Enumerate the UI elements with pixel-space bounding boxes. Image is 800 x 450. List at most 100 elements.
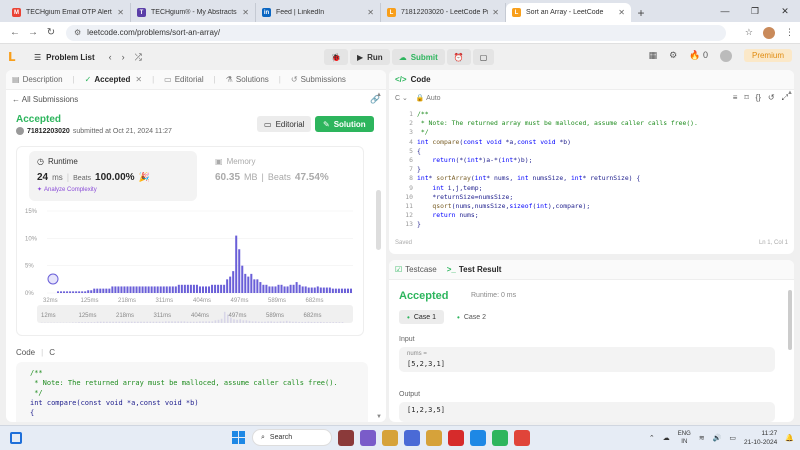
settings-icon[interactable]: ⚙: [669, 50, 677, 61]
all-submissions-link[interactable]: ← All Submissions: [12, 95, 78, 104]
new-tab-icon[interactable]: +: [631, 3, 651, 22]
line-number: 6: [409, 156, 413, 164]
result-scrollbar[interactable]: [787, 280, 793, 420]
runtime-distribution-chart[interactable]: 15% 10% 5% 0% 32ms 125ms 218ms 311ms 404ms 497ms 5…: [17, 147, 365, 337]
premium-button[interactable]: Premium: [743, 49, 792, 62]
prev-problem-icon[interactable]: ‹: [109, 52, 112, 63]
chrome-icon[interactable]: [514, 429, 530, 446]
browser-tab[interactable]: L Sort an Array - LeetCode ✕: [506, 3, 631, 22]
notes-app-icon[interactable]: [426, 429, 442, 446]
editorial-button[interactable]: ▭ Editorial: [257, 116, 312, 132]
solution-label: Solution: [333, 119, 366, 129]
result-scroll-thumb[interactable]: [788, 290, 792, 350]
whatsapp-icon[interactable]: [492, 429, 508, 446]
file-explorer-icon[interactable]: [382, 429, 398, 446]
tab-description[interactable]: ▤ Description: [12, 75, 63, 84]
case-2-tab[interactable]: • Case 2: [449, 310, 494, 324]
tab-solutions[interactable]: ⚗ Solutions: [226, 75, 269, 84]
code-editor[interactable]: 1 /** 2 * Note: The returned array must be…: [389, 110, 789, 234]
close-tab-icon[interactable]: ✕: [117, 8, 124, 17]
url-input[interactable]: ⚙ leetcode.com/problems/sort-an-array/: [66, 24, 726, 41]
taskbar-app-icon[interactable]: [338, 429, 354, 446]
chart-bar: [162, 286, 165, 293]
case-1-tab[interactable]: • Case 1: [399, 310, 444, 324]
tab-accepted[interactable]: ✓ Accepted ✕: [85, 75, 142, 84]
timer-button[interactable]: ⏰: [446, 49, 471, 65]
chart-bar: [307, 287, 310, 293]
browser-tab[interactable]: L 71812203020 - LeetCode Profile ✕: [381, 3, 506, 22]
close-tab-icon[interactable]: ✕: [135, 75, 142, 84]
language-select[interactable]: C ⌄: [395, 94, 408, 102]
windows-start-icon[interactable]: [232, 430, 246, 445]
browser-tab[interactable]: T TECHgium® - My Abstracts ✕: [131, 3, 256, 22]
widgets-icon[interactable]: [10, 432, 22, 444]
layout-icon[interactable]: ▦: [649, 50, 658, 61]
reload-icon[interactable]: ↻: [42, 27, 60, 38]
mcafee-icon[interactable]: [448, 429, 464, 446]
tray-chevron-icon[interactable]: ⌃: [649, 434, 655, 442]
run-button[interactable]: ▶ Run: [349, 49, 390, 65]
chart-bar: [292, 284, 295, 293]
mini-chart-bar: [134, 321, 136, 323]
tab-submissions[interactable]: ↺ Submissions: [291, 75, 346, 84]
store-icon[interactable]: [404, 429, 420, 446]
streak-counter[interactable]: 🔥 0: [689, 50, 708, 61]
problem-list-button[interactable]: ☰ Problem List: [34, 53, 95, 62]
format-icon[interactable]: ≡: [733, 93, 738, 103]
edge-icon[interactable]: [470, 429, 486, 446]
tab-test-result[interactable]: >_ Test Result: [447, 265, 502, 274]
next-problem-icon[interactable]: ›: [122, 52, 125, 63]
battery-icon[interactable]: ▭: [729, 434, 736, 442]
close-window-icon[interactable]: ✕: [770, 0, 800, 22]
mini-chart-bar: [140, 321, 142, 323]
bookmark-icon[interactable]: ⌑: [744, 93, 748, 103]
notes-button[interactable]: ▢: [472, 49, 495, 65]
browser-tab[interactable]: in Feed | LinkedIn ✕: [256, 3, 381, 22]
chart-bar: [301, 286, 304, 293]
code-editor-footer: Saved Ln 1, Col 1: [389, 240, 794, 252]
back-icon[interactable]: ←: [6, 27, 24, 38]
mini-chart-bar: [180, 321, 183, 323]
volume-icon[interactable]: 🔊: [713, 434, 722, 442]
wifi-icon[interactable]: ≋: [699, 434, 705, 442]
taskbar-search[interactable]: ⌕ Search: [252, 429, 332, 446]
close-tab-icon[interactable]: ✕: [618, 8, 625, 17]
scroll-thumb[interactable]: [376, 190, 381, 250]
browser-menu-icon[interactable]: ⋮: [785, 27, 794, 38]
submission-user[interactable]: 71812203020: [27, 128, 70, 135]
language-indicator[interactable]: ENG IN: [678, 430, 691, 446]
chart-bar: [69, 291, 72, 293]
chart-bar: [96, 288, 99, 293]
tab-testcase[interactable]: ☑ Testcase: [395, 265, 437, 274]
cloud-icon[interactable]: ☁: [663, 434, 670, 442]
close-tab-icon[interactable]: ✕: [367, 8, 374, 17]
maximize-icon[interactable]: ❐: [740, 0, 770, 22]
left-scrollbar[interactable]: ▲ ▼: [374, 90, 384, 422]
editor-scrollbar[interactable]: ▲: [787, 90, 793, 250]
notification-icon[interactable]: 🔔: [785, 434, 794, 442]
minimize-icon[interactable]: —: [710, 0, 740, 22]
profile-avatar[interactable]: [763, 26, 775, 39]
user-avatar[interactable]: [719, 49, 732, 62]
forward-icon[interactable]: →: [24, 27, 42, 38]
clock[interactable]: 11:27 21-10-2024: [744, 429, 777, 447]
shuffle-icon[interactable]: ⤮: [135, 52, 142, 63]
site-info-icon[interactable]: ⚙: [74, 28, 81, 37]
close-tab-icon[interactable]: ✕: [492, 8, 499, 17]
close-tab-icon[interactable]: ✕: [242, 8, 249, 17]
leetcode-logo-icon[interactable]: ᒪ: [8, 50, 20, 64]
editor-scroll-up-icon[interactable]: ▲: [787, 90, 793, 96]
submit-button[interactable]: ☁ Submit: [391, 49, 445, 65]
reset-icon[interactable]: ↺: [768, 93, 775, 103]
bookmark-star-icon[interactable]: ☆: [745, 27, 753, 38]
scroll-up-icon[interactable]: ▲: [374, 92, 384, 98]
tab-editorial[interactable]: ▭ Editorial: [164, 75, 203, 84]
scroll-down-icon[interactable]: ▼: [374, 414, 384, 420]
copilot-icon[interactable]: [360, 429, 376, 446]
braces-icon[interactable]: {}: [756, 93, 761, 103]
solution-button[interactable]: ✎ Solution: [315, 116, 374, 132]
browser-tab[interactable]: M TECHgium Email OTP Alert - gm ✕: [6, 3, 131, 22]
mini-chart-bar: [261, 321, 263, 323]
auto-mode-toggle[interactable]: 🔒 Auto: [416, 94, 441, 102]
debug-button[interactable]: 🐞: [324, 49, 348, 65]
